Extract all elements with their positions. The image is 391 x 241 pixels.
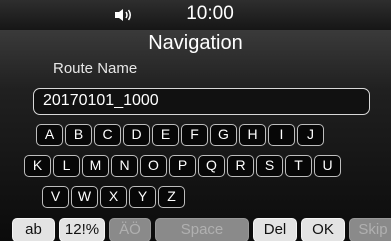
- key-w[interactable]: W: [71, 186, 98, 208]
- key-e[interactable]: E: [152, 124, 179, 146]
- skip-button[interactable]: Skip: [349, 218, 391, 241]
- status-bar: 10:00: [0, 0, 391, 31]
- key-n[interactable]: N: [111, 155, 138, 177]
- clock: 10:00: [186, 3, 234, 24]
- key-d[interactable]: D: [123, 124, 150, 146]
- key-s[interactable]: S: [256, 155, 283, 177]
- key-j[interactable]: J: [297, 124, 324, 146]
- key-t[interactable]: T: [285, 155, 312, 177]
- key-u[interactable]: U: [314, 155, 341, 177]
- space-button[interactable]: Space: [155, 218, 249, 241]
- key-h[interactable]: H: [239, 124, 266, 146]
- key-r[interactable]: R: [227, 155, 254, 177]
- ab-mode-button[interactable]: ab: [12, 218, 55, 241]
- page-title: Navigation: [148, 32, 243, 54]
- key-m[interactable]: M: [82, 155, 109, 177]
- delete-button[interactable]: Del: [253, 218, 297, 241]
- ok-button[interactable]: OK: [301, 218, 345, 241]
- key-o[interactable]: O: [140, 155, 167, 177]
- speaker-volume-icon: [115, 9, 131, 21]
- symbols-mode-button[interactable]: 12!%: [59, 218, 105, 241]
- key-v[interactable]: V: [42, 186, 69, 208]
- key-c[interactable]: C: [94, 124, 121, 146]
- accent-mode-button[interactable]: ÄÖ: [109, 218, 151, 241]
- navigation-screen: 10:00 Navigation Route Name 20170101_100…: [0, 0, 391, 241]
- key-b[interactable]: B: [65, 124, 92, 146]
- key-l[interactable]: L: [53, 155, 80, 177]
- route-name-input[interactable]: 20170101_1000: [33, 88, 370, 115]
- key-q[interactable]: Q: [198, 155, 225, 177]
- key-i[interactable]: I: [268, 124, 295, 146]
- key-y[interactable]: Y: [129, 186, 156, 208]
- key-a[interactable]: A: [36, 124, 63, 146]
- key-p[interactable]: P: [169, 155, 196, 177]
- key-f[interactable]: F: [181, 124, 208, 146]
- route-name-label: Route Name: [53, 60, 138, 77]
- key-g[interactable]: G: [210, 124, 237, 146]
- key-z[interactable]: Z: [158, 186, 185, 208]
- key-k[interactable]: K: [24, 155, 51, 177]
- key-x[interactable]: X: [100, 186, 127, 208]
